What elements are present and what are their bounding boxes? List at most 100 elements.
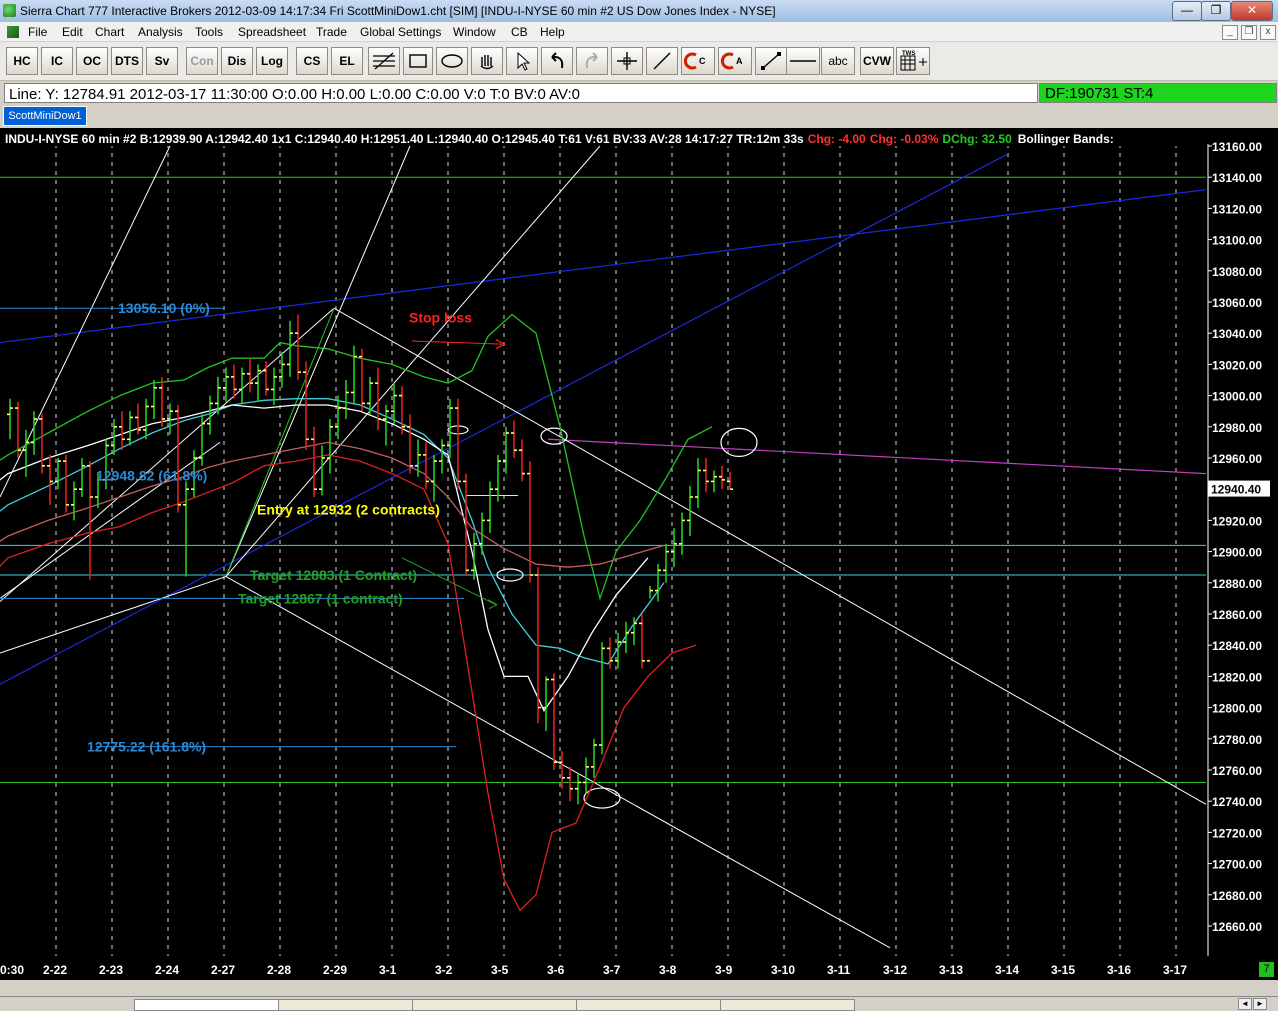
- con-button[interactable]: Con: [186, 47, 218, 75]
- x-tick-label: 2-28: [267, 963, 291, 977]
- x-tick-label: 3-10: [771, 963, 795, 977]
- ic-button[interactable]: IC: [41, 47, 73, 75]
- scroll-indicator[interactable]: 7: [1259, 962, 1274, 977]
- indicator-series-2: [0, 398, 665, 665]
- app-icon: [3, 4, 16, 17]
- restore-button[interactable]: ❐: [1201, 1, 1231, 21]
- taskbar-window-3[interactable]: [412, 999, 577, 1011]
- channel-upper-line[interactable]: [333, 307, 1207, 805]
- stop-loss-line[interactable]: [411, 340, 503, 345]
- chart-tab-row: ScottMiniDow1: [0, 104, 1278, 126]
- menu-cb[interactable]: CB: [511, 25, 528, 39]
- svg-text:A: A: [736, 56, 743, 66]
- text-tool-button[interactable]: abc: [821, 47, 855, 75]
- menu-spreadsheet[interactable]: Spreadsheet: [238, 25, 306, 39]
- y-tick-label: 13120.00: [1212, 202, 1262, 216]
- document-icon[interactable]: [7, 26, 19, 38]
- menu-trade[interactable]: Trade: [316, 25, 347, 39]
- line-readout-text: Line: Y: 12784.91 2012-03-17 11:30:00 O:…: [9, 86, 580, 103]
- y-tick-label: 12960.00: [1212, 452, 1262, 466]
- cs-button[interactable]: CS: [296, 47, 328, 75]
- undo-icon[interactable]: [541, 47, 573, 75]
- snap-close-icon[interactable]: C: [681, 47, 715, 75]
- circle-marker[interactable]: [720, 427, 758, 457]
- line-tool-icon[interactable]: [646, 47, 678, 75]
- menu-analysis[interactable]: Analysis: [138, 25, 183, 39]
- menu-global-settings[interactable]: Global Settings: [360, 25, 441, 39]
- y-tick-label: 12680.00: [1212, 889, 1262, 903]
- taskbar-scroll-left-icon[interactable]: ◄: [1238, 998, 1252, 1010]
- y-tick-label: 13080.00: [1212, 265, 1262, 279]
- sv-button[interactable]: Sv: [146, 47, 178, 75]
- info-bar: Line: Y: 12784.91 2012-03-17 11:30:00 O:…: [0, 82, 1278, 103]
- x-tick-label: 3-16: [1107, 963, 1131, 977]
- crosshair-icon[interactable]: [611, 47, 643, 75]
- x-tick-label: 3-12: [883, 963, 907, 977]
- chart-header-chg: Chg: -4.00: [808, 132, 866, 146]
- taskbar-window-1[interactable]: [134, 999, 279, 1011]
- mdi-minimize-button[interactable]: _: [1222, 25, 1238, 40]
- snap-all-icon[interactable]: A: [718, 47, 752, 75]
- menu-file[interactable]: File: [28, 25, 47, 39]
- ellipse-tool-icon[interactable]: [436, 47, 468, 75]
- y-tick-label: 13060.00: [1212, 296, 1262, 310]
- blue-resistance-line[interactable]: [0, 189, 1207, 344]
- hc-button[interactable]: HC: [6, 47, 38, 75]
- cvw-button[interactable]: CVW: [860, 47, 894, 75]
- log-button[interactable]: Log: [256, 47, 288, 75]
- chart-area[interactable]: 13056.10 (0%) 12948.82 (61.8%) 12775.22 (1…: [0, 128, 1278, 980]
- taskbar-window-4[interactable]: [576, 999, 721, 1011]
- x-tick-label: 2-29: [323, 963, 347, 977]
- taskbar-window-2[interactable]: [278, 999, 413, 1011]
- price-chart[interactable]: 13056.10 (0%) 12948.82 (61.8%) 12775.22 (1…: [0, 128, 1278, 980]
- chart-header-bollinger: Bollinger Bands:: [1018, 132, 1114, 146]
- close-button[interactable]: ✕: [1231, 1, 1273, 21]
- target-1-label: Target 12883 (1 Contract): [250, 567, 417, 583]
- dts-button[interactable]: DTS: [111, 47, 143, 75]
- taskbar-window-5[interactable]: [720, 999, 855, 1011]
- magenta-trend-line[interactable]: [547, 438, 1207, 475]
- taskbar-scroll-right-icon[interactable]: ►: [1253, 998, 1267, 1010]
- menu-edit[interactable]: Edit: [62, 25, 83, 39]
- el-button[interactable]: EL: [331, 47, 363, 75]
- channel-lower-line[interactable]: [225, 576, 891, 949]
- window-taskbar: ◄ ►: [0, 996, 1278, 1011]
- y-tick-label: 13000.00: [1212, 390, 1262, 404]
- mdi-close-button[interactable]: x: [1260, 25, 1276, 40]
- y-tick-label: 12720.00: [1212, 826, 1262, 840]
- chart-header-text: INDU-I-NYSE 60 min #2 B:12939.90 A:12942…: [5, 132, 804, 146]
- ray-tool-icon[interactable]: [755, 47, 787, 75]
- hand-tool-icon[interactable]: [471, 47, 503, 75]
- menu-tools[interactable]: Tools: [195, 25, 223, 39]
- indicator-series-1: [0, 454, 697, 912]
- x-tick-label: 3-6: [547, 963, 565, 977]
- minimize-button[interactable]: —: [1172, 1, 1202, 21]
- y-tick-label: 12980.00: [1212, 421, 1262, 435]
- tab-scottminidow1[interactable]: ScottMiniDow1: [3, 106, 87, 126]
- oc-button[interactable]: OC: [76, 47, 108, 75]
- menu-window[interactable]: Window: [453, 25, 496, 39]
- mdi-restore-button[interactable]: ❐: [1241, 25, 1257, 40]
- x-tick-label: 3-13: [939, 963, 963, 977]
- y-tick-label: 12740.00: [1212, 795, 1262, 809]
- toolbar: HC IC OC DTS Sv Con Dis Log CS EL C A ab…: [0, 42, 1278, 81]
- redo-icon[interactable]: [576, 47, 608, 75]
- menu-chart[interactable]: Chart: [95, 25, 124, 39]
- svg-text:TWS: TWS: [902, 51, 915, 57]
- pointer-tool-icon[interactable]: [506, 47, 538, 75]
- tws-grid-icon[interactable]: TWS: [896, 47, 930, 75]
- x-tick-label: 2-24: [155, 963, 179, 977]
- horizontal-line-tool-icon[interactable]: [786, 47, 820, 75]
- stop-loss-label: Stop loss: [409, 310, 472, 326]
- window-title-bar[interactable]: Sierra Chart 777 Interactive Brokers 201…: [0, 0, 1278, 23]
- menu-help[interactable]: Help: [540, 25, 565, 39]
- x-tick-label: 2-23: [99, 963, 123, 977]
- gann-fan-line-2[interactable]: [0, 576, 227, 654]
- rectangle-tool-icon[interactable]: [403, 47, 433, 75]
- fibonacci-tool-icon[interactable]: [368, 47, 400, 75]
- dis-button[interactable]: Dis: [221, 47, 253, 75]
- fib-61-label: 12948.82 (61.8%): [96, 467, 207, 483]
- x-tick-label: 3-9: [715, 963, 733, 977]
- y-tick-label: 13040.00: [1212, 327, 1262, 341]
- x-tick-label: 3-17: [1163, 963, 1187, 977]
